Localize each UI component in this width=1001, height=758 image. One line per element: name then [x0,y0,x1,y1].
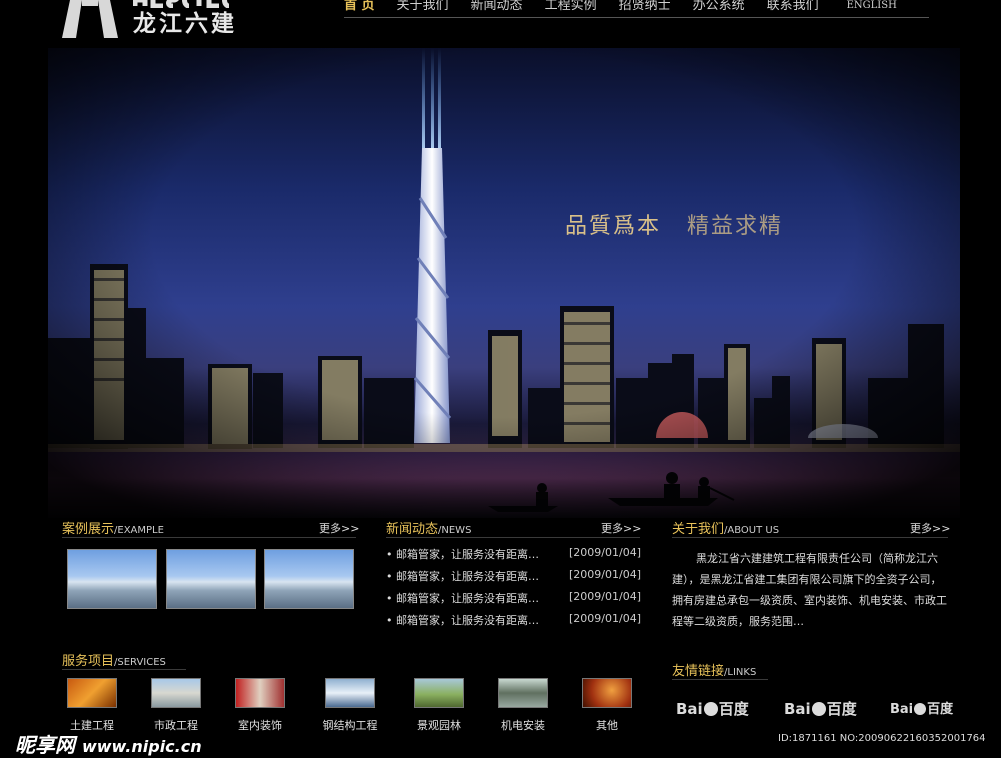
logo-latin-mark [133,0,230,8]
links-title: 友情链接/LINKS [672,664,757,679]
cases-more-link[interactable]: 更多>> [319,520,359,536]
case-thumbnail-2[interactable] [166,549,256,609]
baidu-paw-icon [914,703,927,715]
links-title-en: /LINKS [724,667,757,678]
service-item-electromechanical[interactable]: 机电安装 [488,678,558,733]
watermark-url: www.nipic.cn [81,737,202,756]
services-title: 服务项目/SERVICES [62,654,166,669]
news-date-4: [2009/01/04] [569,612,641,625]
service-item-other[interactable]: 其他 [572,678,642,733]
service-item-steel[interactable]: 钢结构工程 [315,678,385,733]
news-date-1: [2009/01/04] [569,546,641,559]
banner-slogan: 品質爲本 精益求精 [565,208,783,240]
nav-item-8[interactable]: ENGLISH [847,0,897,17]
news-date-3: [2009/01/04] [569,590,641,603]
service-label: 机电安装 [501,719,545,732]
about-description: 黑龙江省六建建筑工程有限责任公司（简称龙江六建），是黑龙江省建工集团有限公司旗下… [672,552,947,628]
image-id: ID:1871161 NO:20090622160352001764 [778,733,986,744]
news-divider [386,537,640,538]
baidu-link-2[interactable]: Bai 百度 [784,698,857,719]
news-item-3[interactable]: • 邮箱管家，让服务没有距离… [386,590,539,606]
baidu-paw-icon [811,702,826,716]
nav-divider [344,17,929,18]
cases-title: 案例展示/EXAMPLE [62,522,164,537]
about-title: 关于我们/ABOUT US [672,522,780,537]
service-label: 钢结构工程 [322,719,378,732]
nav-item-4[interactable]: 工程实例 [545,0,597,17]
service-item-interior[interactable]: 室内装饰 [225,678,295,733]
service-item-municipal[interactable]: 市政工程 [141,678,211,733]
baidu-link-3[interactable]: Bai 百度 [890,698,953,717]
logo-icon [62,0,118,38]
news-date-2: [2009/01/04] [569,568,641,581]
case-thumbnail-1[interactable] [67,549,157,609]
hero-banner: 品質爲本 精益求精 [48,48,960,518]
slogan-secondary: 精益求精 [687,214,784,239]
electromechanical-photo-icon [498,678,548,708]
watermark: 昵享网 www.nipic.cn [15,729,202,758]
service-item-landscape[interactable]: 景观园林 [404,678,474,733]
nav-item-6[interactable]: 办公系统 [693,0,745,17]
landscape-photo-icon [414,678,464,708]
cases-divider [62,537,356,538]
service-label: 室内装饰 [238,719,282,732]
service-label: 景观园林 [417,719,461,732]
nav-item-7[interactable]: 联系我们 [767,0,819,17]
news-more-link[interactable]: 更多>> [601,520,641,536]
nav-item-5[interactable]: 招贤纳士 [619,0,671,17]
logo-text: 龙江六建 [133,11,237,37]
news-title: 新闻动态/NEWS [386,522,472,537]
news-item-2[interactable]: • 邮箱管家，让服务没有距离… [386,568,539,584]
baidu-paw-icon [703,702,718,716]
service-label: 其他 [596,719,618,732]
about-more-link[interactable]: 更多>> [910,520,950,536]
nav-item-2[interactable]: 关于我们 [397,0,449,17]
cases-title-en: /EXAMPLE [114,525,164,536]
news-item-4[interactable]: • 邮箱管家，让服务没有距离… [386,612,539,628]
other-photo-icon [582,678,632,708]
slogan-primary: 品質爲本 [565,214,662,239]
news-item-1[interactable]: • 邮箱管家，让服务没有距离… [386,546,539,562]
city-skyline-illustration [48,48,960,518]
case-thumbnail-3[interactable] [264,549,354,609]
baidu-link-1[interactable]: Bai 百度 [676,698,749,719]
nav-item-3[interactable]: 新闻动态 [471,0,523,17]
municipal-photo-icon [151,678,201,708]
links-divider [672,679,768,680]
service-item-civil[interactable]: 土建工程 [57,678,127,733]
nav-item-1[interactable]: 首 页 [344,0,375,17]
steel-structure-photo-icon [325,678,375,708]
construction-photo-icon [67,678,117,708]
watermark-brand: 昵享网 [15,733,75,757]
services-title-en: /SERVICES [114,657,166,668]
interior-photo-icon [235,678,285,708]
main-nav: 首 页 关于我们 新闻动态 工程实例 招贤纳士 办公系统 联系我们 ENGLISH [344,0,929,17]
services-divider [62,669,186,670]
about-title-en: /ABOUT US [724,525,780,536]
about-divider [672,537,948,538]
news-title-en: /NEWS [438,525,472,536]
